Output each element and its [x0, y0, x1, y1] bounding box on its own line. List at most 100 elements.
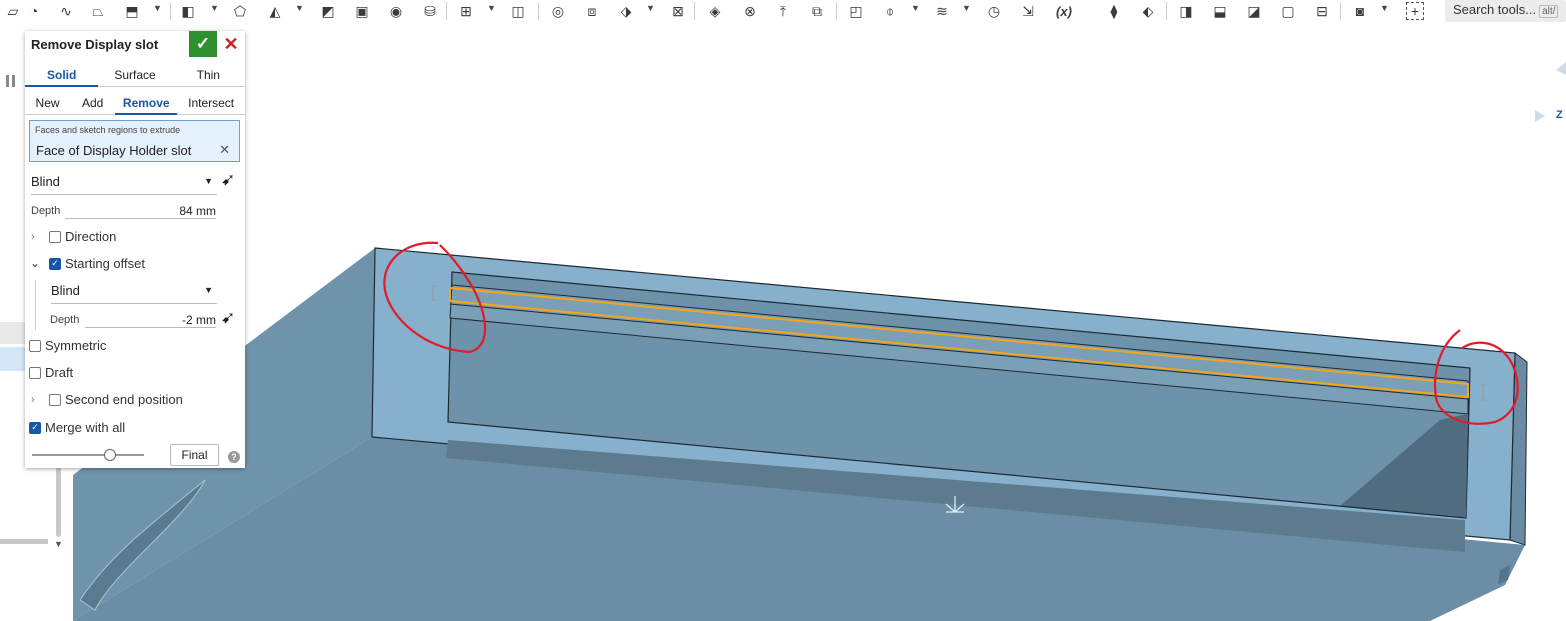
feature-list-row-selected[interactable]	[0, 347, 25, 371]
depth-input[interactable]: 84 mm	[65, 204, 216, 219]
horizontal-scrollbar[interactable]	[0, 539, 48, 544]
close-icon: ✕	[223, 33, 239, 54]
starting-offset-label: Starting offset	[65, 256, 145, 271]
clear-selection-close-icon[interactable]: ✕	[219, 142, 230, 158]
pause-icon[interactable]	[6, 75, 9, 87]
scroll-down-chevron-icon[interactable]: ▼	[54, 539, 63, 549]
faces-selection-field[interactable]: Faces and sketch regions to extrude Face…	[29, 120, 240, 162]
replace-face-icon[interactable]: ⧉	[807, 1, 827, 21]
revolve-menu-chevron-down-icon[interactable]: ▼	[210, 3, 219, 13]
starting-offset-checkbox-row[interactable]: ✓ Starting offset	[49, 256, 145, 271]
cancel-button[interactable]: ✕	[221, 31, 241, 57]
starting-offset-checkbox[interactable]: ✓	[49, 257, 61, 270]
draft-icon[interactable]: ◭	[265, 1, 285, 21]
chevron-down-icon: ▼	[204, 285, 213, 295]
sweep-icon[interactable]: ∿	[56, 1, 76, 21]
starting-offset-collapse-chevron-icon[interactable]: ⌄	[30, 256, 40, 270]
extrude-icon[interactable]: ⬒	[122, 1, 142, 21]
group-indent-line	[35, 280, 36, 330]
tab-icon[interactable]: ◪	[1244, 1, 1264, 21]
accept-button[interactable]: ✓	[189, 31, 217, 57]
toolbar-divider	[170, 2, 171, 20]
table-icon[interactable]: ⊟	[1312, 1, 1332, 21]
offset-type-value: Blind	[51, 283, 80, 298]
offset-type-select[interactable]: Blind ▼	[51, 283, 217, 304]
variable-icon[interactable]: (x)	[1050, 1, 1078, 21]
thread-icon[interactable]: ⛁	[420, 1, 440, 21]
final-button[interactable]: Final	[170, 444, 219, 466]
split-icon[interactable]: ⧈	[582, 1, 602, 21]
rollback-slider-handle[interactable]	[104, 449, 116, 461]
direction-label: Direction	[65, 229, 117, 244]
viewcube-arrow-icon	[1535, 110, 1545, 122]
cubes-icon[interactable]: ⧫	[1104, 1, 1124, 21]
transform-menu-chevron-down-icon[interactable]: ▼	[646, 3, 655, 13]
pattern-icon[interactable]: ⊞	[456, 1, 476, 21]
finish-icon[interactable]: ◙	[1350, 1, 1370, 21]
tab-new[interactable]: New	[25, 92, 70, 114]
sketch-icon[interactable]: ▱	[3, 1, 23, 21]
chamfer-icon[interactable]: ⬠	[230, 1, 250, 21]
direction-expand-chevron-icon[interactable]: ›	[31, 231, 35, 243]
extrude-menu-chevron-down-icon[interactable]: ▼	[153, 3, 162, 13]
fillet-icon[interactable]: ◔	[24, 1, 44, 21]
direction-checkbox-row[interactable]: Direction	[49, 229, 116, 244]
search-tools-input[interactable]: Search tools... alt/	[1445, 0, 1566, 22]
tab-solid[interactable]: Solid	[25, 64, 99, 87]
transform-icon[interactable]: ⬗	[616, 1, 636, 21]
direction-checkbox[interactable]	[49, 230, 61, 243]
finish-menu-chevron-down-icon[interactable]: ▼	[1380, 3, 1389, 13]
mirror-icon[interactable]: ◫	[508, 1, 528, 21]
corner-icon[interactable]: ▢	[1278, 1, 1298, 21]
hole-icon[interactable]: ◉	[386, 1, 406, 21]
search-tools-placeholder: Search tools...	[1453, 2, 1537, 17]
tab-thin[interactable]: Thin	[172, 64, 245, 86]
symmetric-checkbox[interactable]	[29, 339, 41, 352]
end-type-select[interactable]: Blind ▼	[31, 174, 217, 195]
modify-fillet-icon[interactable]: ◈	[705, 1, 725, 21]
delete-part-icon[interactable]: ⊠	[668, 1, 688, 21]
draft-checkbox-row[interactable]: Draft	[29, 365, 73, 380]
tab-intersect[interactable]: Intersect	[177, 92, 245, 114]
helix-menu-chevron-down-icon[interactable]: ▼	[962, 3, 971, 13]
tag-icon[interactable]: ⬖	[1138, 1, 1158, 21]
opposite-direction-arrow-icon[interactable]: ➹	[221, 170, 235, 190]
offset-depth-input[interactable]: -2 mm	[85, 313, 216, 328]
pattern-menu-chevron-down-icon[interactable]: ▼	[487, 3, 496, 13]
loft-icon[interactable]: ⏢	[88, 1, 108, 21]
measure-clock-icon[interactable]: ◷	[984, 1, 1004, 21]
merge-checkbox[interactable]: ✓	[29, 421, 41, 434]
second-end-checkbox[interactable]	[49, 393, 61, 406]
revolve-icon[interactable]: ◧	[178, 1, 198, 21]
shell-icon[interactable]: ▣	[352, 1, 372, 21]
vertical-scrollbar[interactable]	[56, 467, 61, 537]
offset-depth-label: Depth	[50, 314, 80, 326]
mate-connector-menu-chevron-down-icon[interactable]: ▼	[911, 3, 920, 13]
merge-checkbox-row[interactable]: ✓ Merge with all	[29, 420, 125, 435]
add-custom-feature-icon[interactable]: +	[1406, 2, 1424, 20]
helix-icon[interactable]: ≋	[932, 1, 952, 21]
move-face-icon[interactable]: ⤒	[773, 1, 793, 21]
delete-face-icon[interactable]: ⊗	[740, 1, 760, 21]
help-icon[interactable]: ?	[228, 451, 240, 463]
search-shortcut-hint: alt/	[1539, 5, 1559, 18]
tab-add[interactable]: Add	[70, 92, 115, 114]
mate-connector-icon[interactable]: ⌽	[880, 1, 900, 21]
rib-icon[interactable]: ◩	[318, 1, 338, 21]
draft-checkbox[interactable]	[29, 366, 41, 379]
tab-remove[interactable]: Remove	[115, 92, 178, 115]
draft-menu-chevron-down-icon[interactable]: ▼	[295, 3, 304, 13]
second-end-expand-chevron-icon[interactable]: ›	[31, 394, 35, 406]
offset-direction-arrow-icon[interactable]: ➹	[221, 308, 235, 328]
symmetric-checkbox-row[interactable]: Symmetric	[29, 338, 106, 353]
plane-icon[interactable]: ◰	[846, 1, 866, 21]
boolean-icon[interactable]: ◎	[548, 1, 568, 21]
derived-icon[interactable]: ⇲	[1018, 1, 1038, 21]
symmetric-label: Symmetric	[45, 338, 107, 353]
second-end-checkbox-row[interactable]: Second end position	[49, 392, 183, 407]
rollback-slider-track[interactable]	[32, 454, 144, 456]
flange-icon[interactable]: ⬓	[1210, 1, 1230, 21]
tab-surface[interactable]: Surface	[98, 64, 171, 86]
feature-list-row[interactable]	[0, 322, 25, 344]
sheet-metal-icon[interactable]: ◨	[1176, 1, 1196, 21]
